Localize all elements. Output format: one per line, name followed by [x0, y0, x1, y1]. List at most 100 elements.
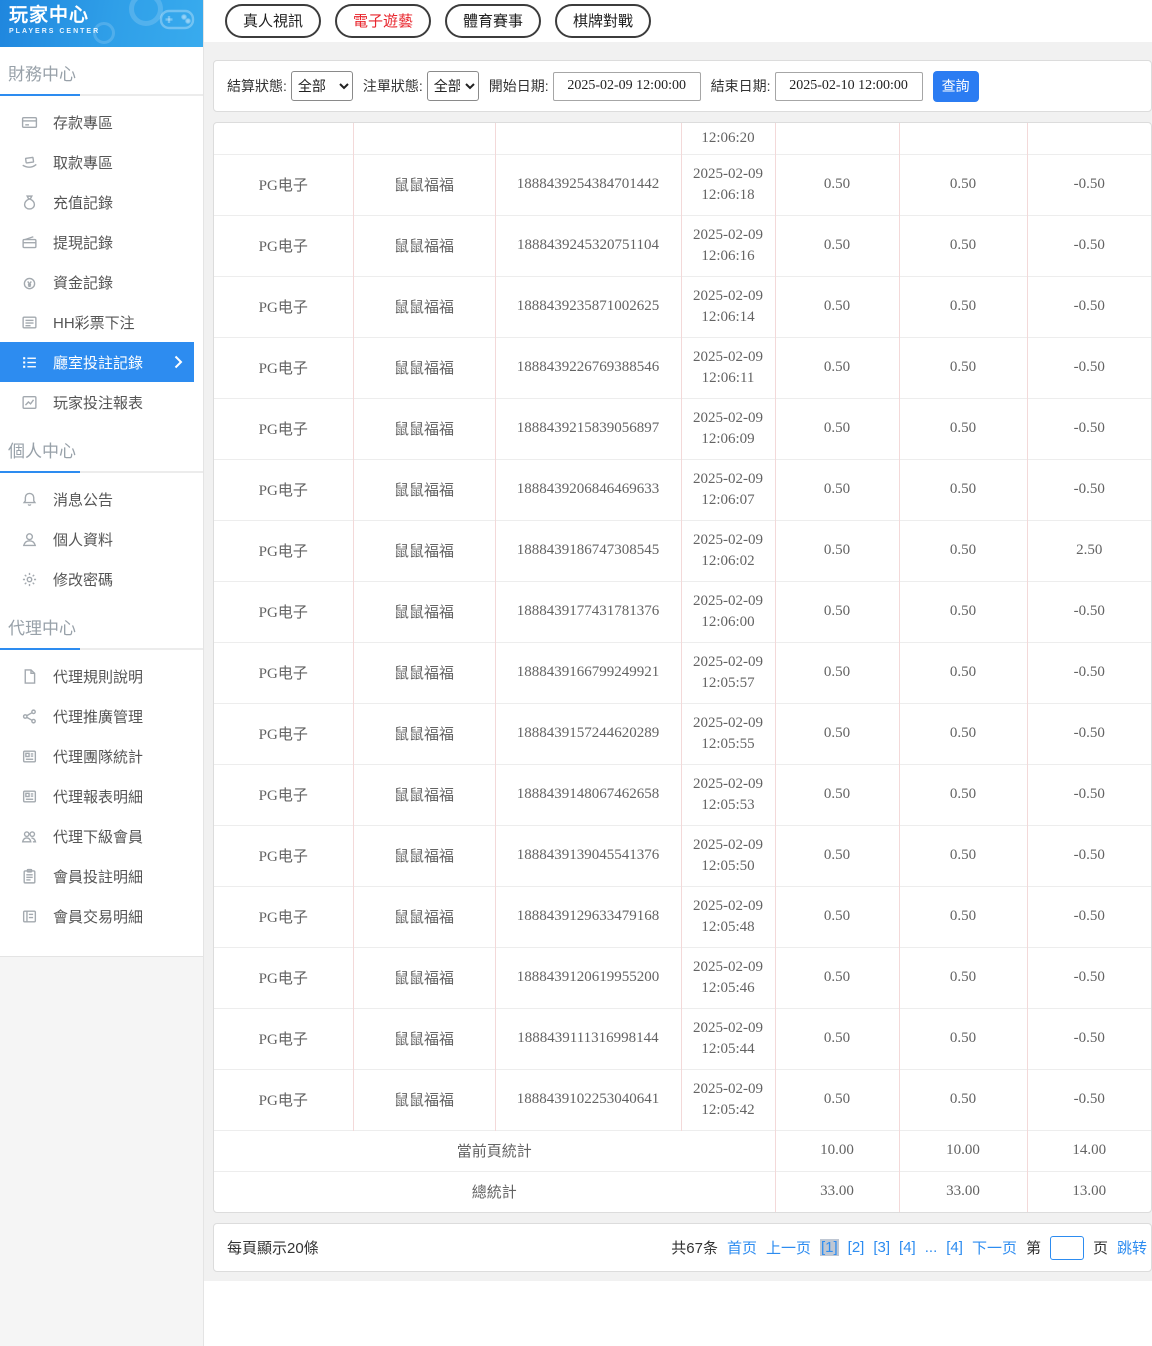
sidebar-item[interactable]: 提現記錄 — [0, 222, 194, 262]
table-row: PG电子 鼠鼠福福 1888439254384701442 2025-02-09 12:… — [214, 153, 1151, 215]
chevron-right-icon — [174, 355, 183, 369]
page-size-text: 每頁顯示20條 — [227, 1240, 319, 1257]
datetime-cell: 2025-02-09 12:05:53 — [680, 763, 775, 825]
vendor-cell: PG电子 — [214, 275, 353, 337]
sidebar-item[interactable]: 代理規則說明 — [0, 656, 194, 696]
game-cell: 鼠鼠福福 — [352, 946, 495, 1008]
game-cell: 鼠鼠福福 — [352, 519, 495, 581]
sidebar-item[interactable]: 廳室投註記錄 — [0, 342, 194, 382]
valid-bet-cell: 0.50 — [898, 153, 1027, 215]
search-button[interactable]: 查詢 — [932, 70, 979, 102]
vendor-cell: PG电子 — [214, 946, 353, 1008]
datetime-cell: 2025-02-09 12:06:16 — [680, 214, 775, 276]
bet-amount-cell: 0.50 — [774, 885, 899, 947]
sidebar-menu: 財務中心 存款專區 取款專區 充值記錄 提現記錄 資金記錄 HH彩票下注 廳室投註記錄 玩家投注… — [0, 47, 203, 957]
datetime-cell: 2025-02-09 12:05:46 — [680, 946, 775, 1008]
vendor-cell: PG电子 — [214, 763, 353, 825]
profile-icon — [21, 531, 38, 548]
doc-icon — [21, 668, 38, 685]
bet-amount-cell: 0.50 — [774, 397, 899, 459]
order-id-cell: 1888439102253040641 — [494, 1068, 681, 1130]
bet-amount-cell: 0.50 — [774, 946, 899, 1008]
tab-category[interactable]: 真人視訊 — [225, 4, 322, 38]
jump-button[interactable]: 跳转 — [1117, 1237, 1147, 1258]
sidebar-item-label: HH彩票下注 — [53, 314, 135, 332]
page-jump-input[interactable] — [1049, 1235, 1084, 1260]
bet-records-table: 12:06:20 PG电子 鼠鼠福福 1888439254384701442 2025… — [214, 123, 1151, 1212]
first-page-link[interactable]: 首页 — [727, 1237, 757, 1258]
sidebar-item[interactable]: HH彩票下注 — [0, 302, 194, 342]
valid-bet-cell: 0.50 — [898, 336, 1027, 398]
player-report-icon — [21, 394, 38, 411]
bet-amount-cell: 0.50 — [774, 702, 899, 764]
page-link[interactable]: [2] — [848, 1239, 865, 1256]
datetime-cell: 2025-02-09 12:05:44 — [680, 1007, 775, 1069]
datetime-cell: 2025-02-09 12:06:00 — [680, 580, 775, 642]
sidebar-item[interactable]: 資金記錄 — [0, 262, 194, 302]
sidebar-item[interactable]: 修改密碼 — [0, 559, 194, 599]
sidebar-item[interactable]: 會員投註明細 — [0, 856, 194, 896]
deposit-icon — [21, 114, 38, 131]
member-bets-icon — [21, 868, 38, 885]
sidebar-item[interactable]: 取款專區 — [0, 142, 194, 182]
table-row-clipped: 12:06:20 — [214, 123, 1151, 154]
vendor-cell: PG电子 — [214, 641, 353, 703]
sidebar-item-label: 代理下級會員 — [53, 828, 144, 846]
sidebar-item[interactable]: 消息公告 — [0, 479, 194, 519]
summary-label-cell: 當前頁統計 — [214, 1129, 775, 1171]
bet-amount-cell: 0.50 — [774, 458, 899, 520]
datetime-cell: 2025-02-09 12:06:11 — [680, 336, 775, 398]
tab-category[interactable]: 體育賽事 — [445, 4, 542, 38]
sidebar-item-label: 會員投註明細 — [53, 868, 144, 886]
tab-category[interactable]: 棋牌對戰 — [555, 4, 652, 38]
sidebar-item-label: 代理團隊統計 — [53, 748, 144, 766]
game-cell: 鼠鼠福福 — [352, 458, 495, 520]
vendor-cell: PG电子 — [214, 214, 353, 276]
winloss-cell: -0.50 — [1026, 702, 1151, 764]
cashout-record-icon — [21, 234, 38, 251]
valid-bet-cell: 0.50 — [898, 397, 1027, 459]
end-date-input[interactable] — [774, 71, 923, 101]
page-link[interactable]: [4] — [946, 1239, 963, 1256]
sidebar-item-label: 修改密碼 — [53, 571, 114, 589]
page-link[interactable]: [3] — [873, 1239, 890, 1256]
bet-time-cell: 12:06:20 — [680, 123, 775, 154]
gamepad-icon — [157, 4, 197, 34]
sidebar-item[interactable]: 個人資料 — [0, 519, 194, 559]
tab-active[interactable]: 電子遊藝 — [335, 4, 432, 38]
sidebar-item[interactable]: 存款專區 — [0, 102, 194, 142]
sidebar-item[interactable]: 代理團隊統計 — [0, 736, 194, 776]
valid-bet-cell: 0.50 — [898, 580, 1027, 642]
next-page-link[interactable]: 下一页 — [972, 1237, 1017, 1258]
sidebar-item[interactable]: 會員交易明細 — [0, 896, 194, 936]
valid-bet-cell: 0.50 — [898, 702, 1027, 764]
section-divider — [0, 648, 203, 650]
game-cell: 鼠鼠福福 — [352, 1068, 495, 1130]
members-icon — [21, 828, 38, 845]
sidebar-item-label: 代理報表明細 — [53, 788, 144, 806]
datetime-cell: 2025-02-09 12:05:42 — [680, 1068, 775, 1130]
table-row: PG电子 鼠鼠福福 1888439245320751104 2025-02-09 12:… — [214, 214, 1151, 276]
main-area: 真人視訊 電子遊藝 體育賽事 棋牌對戰 結算狀態: 全部 注單狀態: 全部 開始日期:… — [204, 0, 1152, 1346]
order-id-cell: 1888439111316998144 — [494, 1007, 681, 1069]
sidebar-item[interactable]: 代理推廣管理 — [0, 696, 194, 736]
settle-status-select[interactable]: 全部 — [290, 71, 353, 101]
sidebar-item[interactable]: 充值記錄 — [0, 182, 194, 222]
prev-page-link[interactable]: 上一页 — [766, 1237, 811, 1258]
vendor-cell: PG电子 — [214, 336, 353, 398]
sidebar-item[interactable]: 代理下級會員 — [0, 816, 194, 856]
bet-records-table-panel: 12:06:20 PG电子 鼠鼠福福 1888439254384701442 2025… — [213, 122, 1152, 1213]
sidebar-item[interactable]: 玩家投注報表 — [0, 382, 194, 422]
page-link[interactable]: [4] — [899, 1239, 916, 1256]
datetime-cell: 2025-02-09 12:05:57 — [680, 641, 775, 703]
page-link-current[interactable]: [1] — [819, 1239, 839, 1256]
sidebar-item[interactable]: 代理報表明細 — [0, 776, 194, 816]
start-date-input[interactable] — [552, 71, 701, 101]
member-trans-icon — [21, 908, 38, 925]
datetime-cell: 2025-02-09 12:06:02 — [680, 519, 775, 581]
bet-amount-cell: 0.50 — [774, 275, 899, 337]
order-status-select[interactable]: 全部 — [426, 71, 479, 101]
table-row: PG电子 鼠鼠福福 1888439102253040641 2025-02-09 12:… — [214, 1068, 1151, 1130]
summary-bet-cell: 10.00 — [774, 1129, 899, 1171]
app-logo: 玩家中心 PLAYERS CENTER — [0, 0, 203, 47]
